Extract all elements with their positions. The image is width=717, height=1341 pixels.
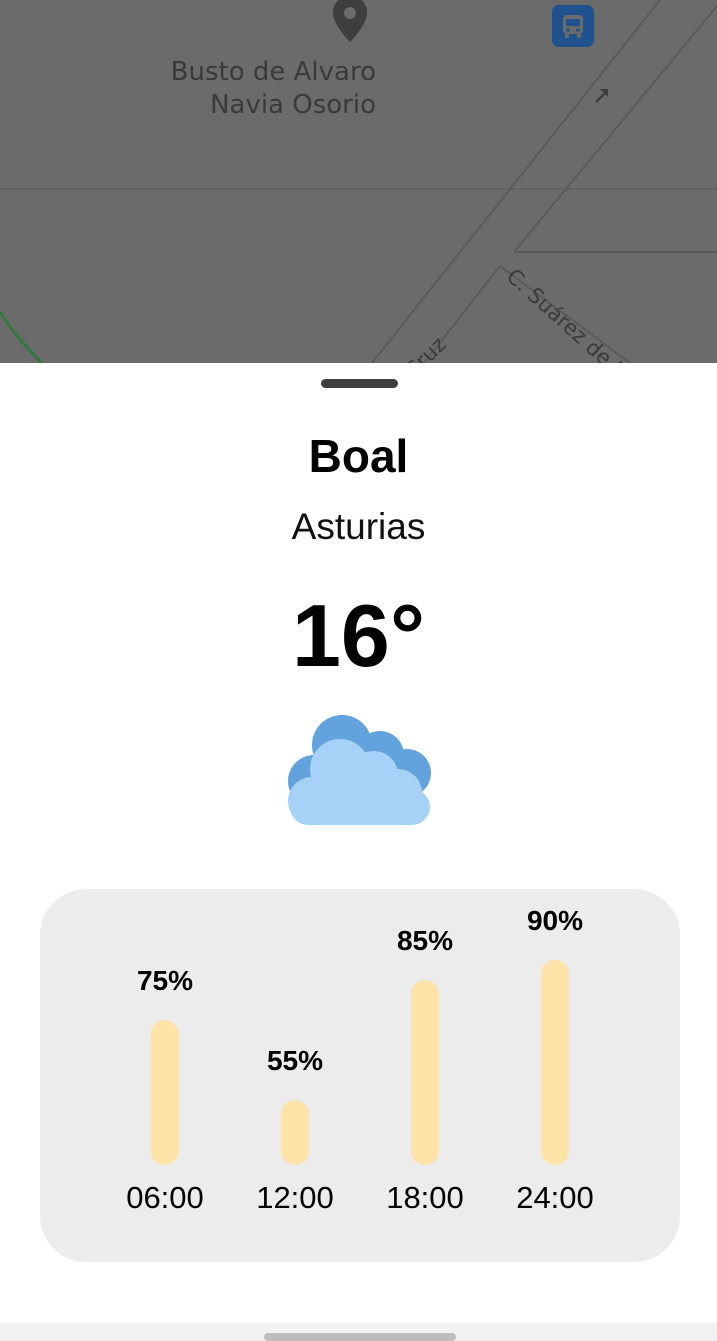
humidity-value-label: 85% xyxy=(396,925,454,956)
map-view[interactable]: Busto de Alvaro Navia Osorio C. Suárez d… xyxy=(0,0,717,363)
humidity-value-label: 90% xyxy=(526,905,584,936)
map-roads xyxy=(0,0,717,363)
city-name: Boal xyxy=(308,430,409,482)
humidity-time-label: 06:00 xyxy=(126,1180,204,1215)
cloud-icon xyxy=(288,715,431,825)
humidity-card: 75% 06:00 55% 12:00 85% 18:00 90% 24:00 xyxy=(40,889,680,1262)
region-name: Asturias xyxy=(291,506,426,547)
poi-label[interactable]: Busto de Alvaro Navia Osorio xyxy=(171,56,376,122)
humidity-column: 75% 06:00 xyxy=(115,889,215,1262)
sheet-drag-handle[interactable] xyxy=(321,379,398,388)
humidity-bar xyxy=(281,1100,309,1165)
weather-bottom-sheet: Boal Asturias 16° 75% 06:00 55% 12:00 85% 18:… xyxy=(0,363,717,1323)
navigation-bar xyxy=(0,1323,717,1341)
humidity-time-label: 18:00 xyxy=(386,1180,464,1215)
humidity-column: 90% 24:00 xyxy=(505,889,605,1262)
one-way-arrow-icon xyxy=(595,89,608,103)
humidity-value-label: 75% xyxy=(136,965,194,996)
poi-label-line2: Navia Osorio xyxy=(210,90,376,120)
humidity-bar xyxy=(411,980,439,1165)
humidity-column: 55% 12:00 xyxy=(245,889,345,1262)
poi-label-line1: Busto de Alvaro xyxy=(170,57,376,87)
bus-stop-icon[interactable] xyxy=(552,5,594,47)
humidity-column: 85% 18:00 xyxy=(375,889,475,1262)
humidity-time-label: 24:00 xyxy=(516,1180,594,1215)
home-gesture-pill[interactable] xyxy=(264,1333,456,1341)
humidity-time-label: 12:00 xyxy=(256,1180,334,1215)
map-pin-icon[interactable] xyxy=(330,0,370,46)
bus-glyph-icon xyxy=(563,15,583,38)
humidity-value-label: 55% xyxy=(266,1045,324,1076)
temperature: 16° xyxy=(291,586,426,685)
humidity-bar xyxy=(541,960,569,1165)
humidity-bar xyxy=(151,1020,179,1165)
screen: Busto de Alvaro Navia Osorio C. Suárez d… xyxy=(0,0,717,1341)
